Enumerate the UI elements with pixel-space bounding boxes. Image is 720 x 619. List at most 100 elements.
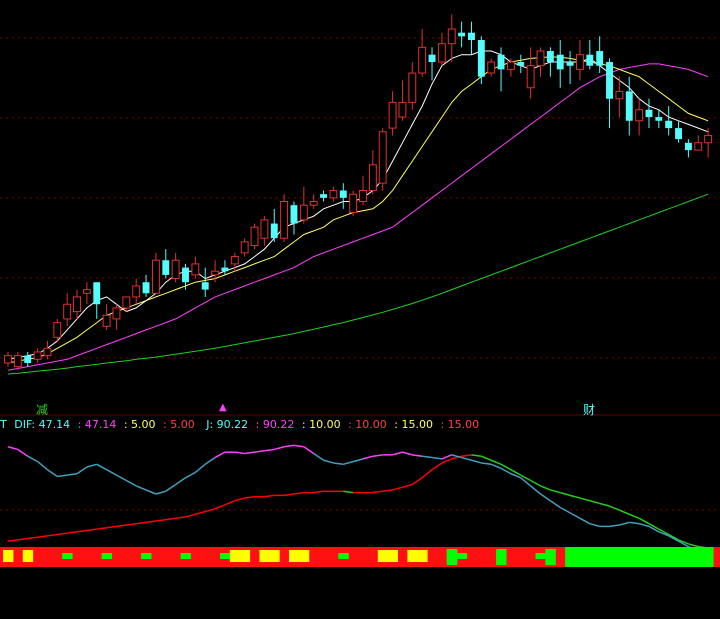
candle-body	[132, 285, 141, 298]
candle-body	[388, 101, 397, 129]
dif-line	[264, 494, 275, 498]
dif-line	[560, 491, 571, 497]
dif-line	[27, 536, 38, 540]
signal-label-right: 财	[583, 403, 596, 417]
candle-body	[477, 40, 485, 77]
candlestick-chart	[0, 14, 720, 567]
dif-line	[57, 532, 68, 536]
dif-line	[638, 517, 650, 525]
j-line	[343, 460, 354, 466]
candle-body	[675, 128, 683, 140]
signal-band-segment	[653, 547, 665, 567]
j-line	[609, 524, 620, 528]
candle-body	[704, 134, 713, 144]
j-line	[293, 444, 304, 448]
j-line	[481, 462, 492, 466]
candle-body	[221, 267, 229, 272]
indicator-value-6: : 90.22	[255, 418, 295, 431]
j-line	[352, 458, 364, 463]
candle-body	[665, 120, 673, 129]
j-line	[461, 456, 472, 461]
signal-band-segment	[644, 547, 655, 567]
j-line	[274, 446, 285, 451]
dif-line	[441, 458, 453, 464]
signal-band-segment	[407, 550, 418, 562]
dif-line	[343, 490, 354, 494]
signal-band-segment	[604, 547, 615, 567]
dif-line	[205, 508, 216, 513]
j-line	[106, 469, 117, 476]
signal-band-segment	[594, 547, 606, 567]
dif-line	[431, 462, 443, 471]
candle-body	[112, 307, 121, 320]
dif-line	[609, 505, 620, 511]
j-line	[303, 446, 315, 455]
j-line	[7, 446, 19, 451]
j-line	[86, 463, 97, 468]
j-line	[530, 485, 541, 495]
candle-body	[359, 189, 367, 203]
dif-line	[530, 479, 541, 487]
indicator-value-9: : 15.00	[394, 418, 433, 431]
candle-body	[615, 90, 624, 100]
candle-body	[142, 282, 150, 294]
j-line	[234, 451, 245, 455]
candle-body	[526, 65, 535, 89]
j-line	[96, 463, 107, 471]
dif-line	[579, 497, 591, 502]
dif-line	[244, 495, 255, 499]
candle-body	[458, 32, 466, 37]
dif-line	[86, 528, 97, 532]
dif-line	[490, 459, 502, 465]
candle-body	[4, 355, 12, 364]
candle-body	[260, 219, 269, 239]
dif-line	[155, 518, 166, 522]
j-line	[589, 522, 600, 528]
j-line	[313, 452, 324, 461]
signal-band-segment	[614, 547, 625, 567]
j-line	[629, 521, 640, 525]
j-line	[431, 456, 442, 460]
dif-line	[599, 502, 610, 507]
dif-line	[481, 455, 492, 461]
signal-label-left: 减	[36, 403, 49, 417]
candle-body	[497, 54, 505, 70]
indicator-value-8: : 10.00	[348, 418, 387, 431]
candle-body	[162, 260, 170, 275]
candle-body	[102, 314, 111, 327]
signal-band-segment	[663, 547, 675, 567]
signal-band-segment	[575, 547, 586, 567]
dif-line	[421, 469, 433, 479]
signal-band-segment	[289, 550, 300, 562]
dif-line	[195, 510, 206, 515]
j-line	[638, 522, 650, 528]
signal-band-segment	[338, 553, 349, 559]
signal-band-segment	[62, 553, 73, 559]
signal-band-segment	[535, 553, 546, 559]
dif-line	[165, 517, 176, 521]
candle-body	[606, 62, 613, 99]
dif-line	[540, 485, 551, 491]
candle-body	[596, 51, 604, 66]
candle-body	[625, 91, 633, 121]
chart-stage: 减 ▲ 财 T DIF: 47.14 : 47.14 : 5.00 : 5.00…	[0, 0, 720, 619]
candle-body	[82, 289, 91, 294]
signal-band-segment	[298, 550, 310, 562]
j-line	[559, 506, 571, 514]
signal-band-segment	[220, 553, 231, 559]
candle-body	[171, 259, 180, 280]
dif-line	[136, 521, 147, 525]
candle-body	[575, 54, 584, 70]
signal-band-segment	[703, 547, 714, 567]
j-line	[549, 500, 561, 509]
candle-body	[151, 259, 160, 294]
dif-line	[175, 516, 186, 520]
candle-body	[398, 101, 407, 118]
j-line	[323, 459, 334, 464]
signal-band-segment	[239, 550, 251, 562]
j-line	[284, 444, 295, 448]
signal-band-segment	[387, 550, 399, 562]
candle-body	[556, 54, 564, 70]
candle-body	[586, 54, 594, 66]
signal-band-segment	[565, 547, 576, 567]
